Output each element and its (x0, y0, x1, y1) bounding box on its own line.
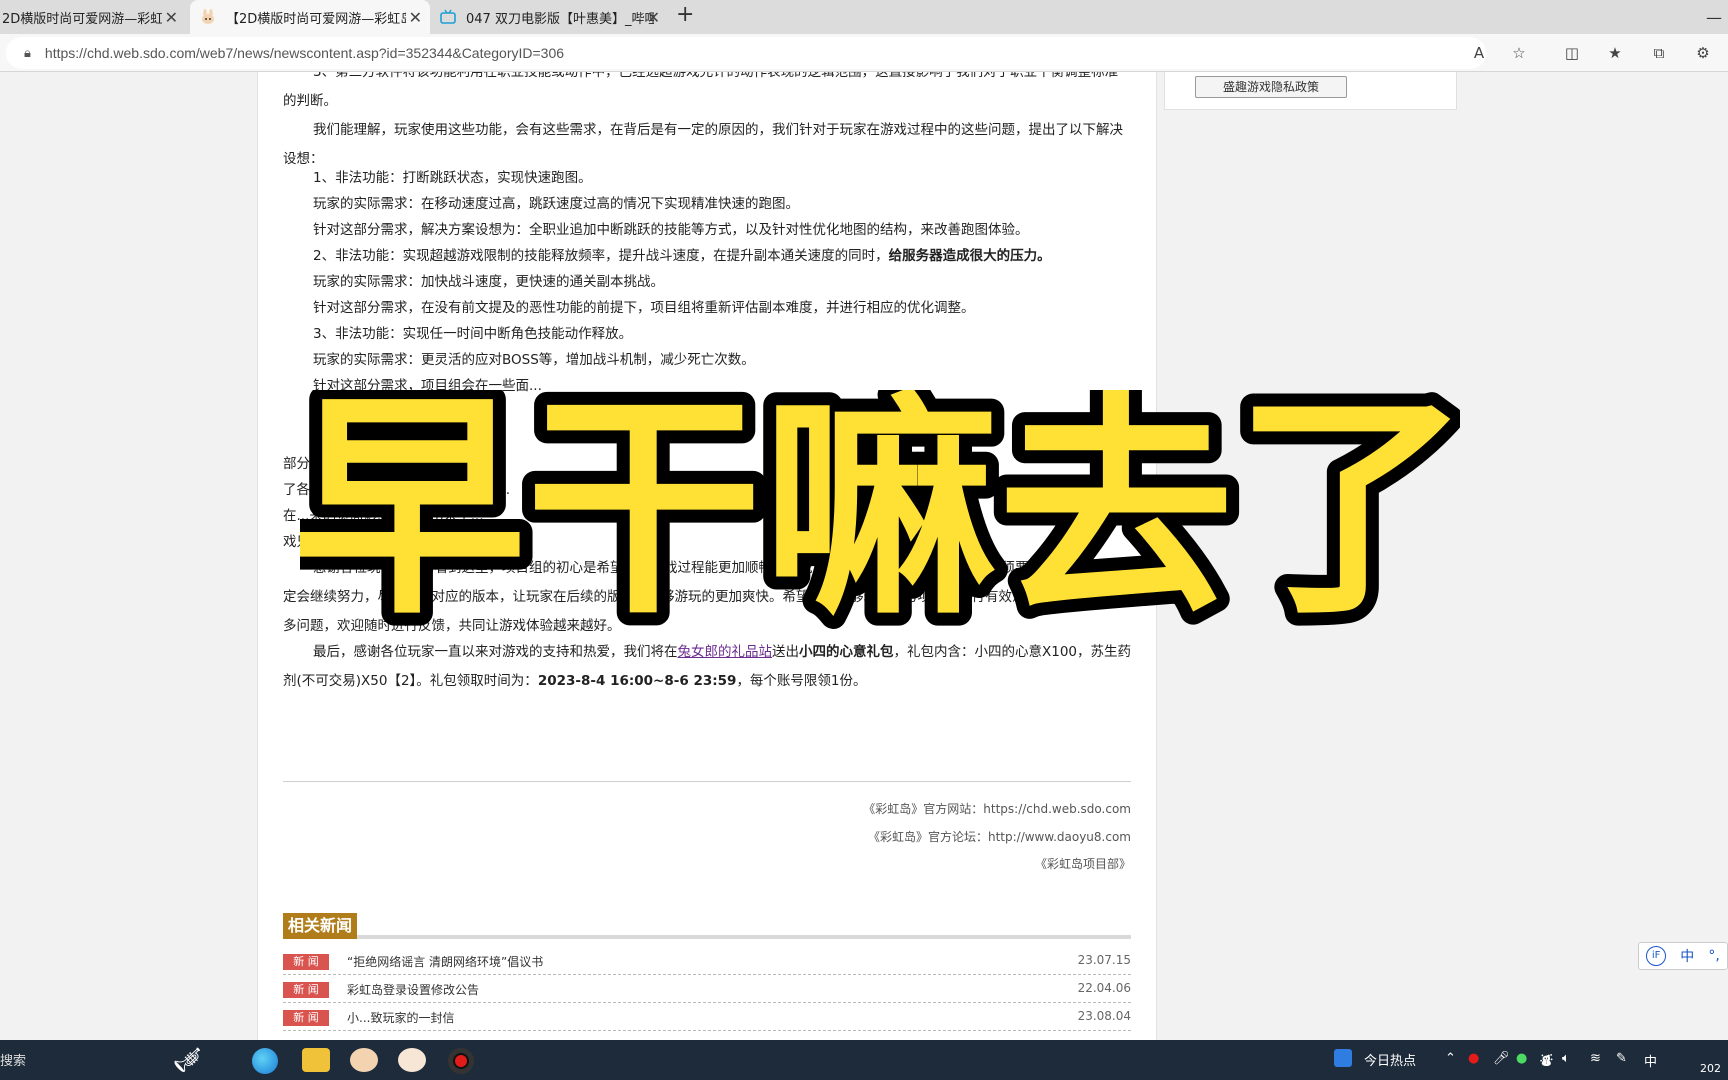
file-explorer-icon[interactable] (302, 1048, 330, 1072)
paragraph-text: ，每个账号限领1份。 (736, 673, 867, 689)
people-icon[interactable]: ⛇ (1540, 1051, 1553, 1070)
tab-close-icon[interactable]: ✕ (409, 8, 422, 27)
tab-close-icon[interactable]: ✕ (165, 8, 178, 27)
tab-close-icon[interactable]: ✕ (647, 8, 660, 27)
news-date: 22.04.06 (1077, 981, 1131, 995)
collections-icon[interactable]: ⧉ (1650, 44, 1668, 62)
news-title[interactable]: 小...致玩家的一封信 (347, 1009, 454, 1026)
privacy-policy-button[interactable]: 盛趣游戏隐私政策 (1195, 76, 1347, 98)
bilibili-favicon-icon (440, 9, 456, 24)
article-paragraph: 2、非法功能：实现超越游戏限制的技能释放频率，提升战斗速度，在提升副本通关速度的… (313, 242, 1131, 271)
record-icon[interactable] (448, 1048, 474, 1074)
article-paragraph: 针对这部分需求，解决方案设想为：全职业追加中断跳跃的技能等方式，以及针对性优化地… (313, 222, 1029, 238)
gift-shop-link[interactable]: 兔女郎的礼品站 (678, 644, 773, 660)
today-hot-news[interactable]: 今日热点 (1364, 1050, 1416, 1069)
footer-signature: 《彩虹岛项目部》 (1034, 857, 1131, 871)
article-paragraph: 最后，感谢各位玩家一直以来对游戏的支持和热爱，我们将在兔女郎的礼品站送出小四的心… (283, 638, 1131, 696)
tab-title: 2D横版时尚可爱网游—彩虹岛 (2, 11, 162, 27)
paragraph-text: 送出 (772, 644, 799, 660)
favorite-star-icon[interactable]: ☆ (1510, 44, 1528, 62)
ime-toolbar[interactable]: iF 中 °, (1638, 942, 1728, 970)
overlay-caption: 早干嘛去了 (300, 390, 1460, 630)
article-paragraph: 玩家的实际需求：在移动速度过高，跳跃速度过高的情况下实现精准快速的跑图。 (313, 196, 799, 212)
tab-bar: 2D横版时尚可爱网游—彩虹岛 ✕ 【2D横版时尚可爱网游—彩虹岛 ✕ 047 双… (0, 0, 1728, 34)
paragraph-text: 最后，感谢各位玩家一直以来对游戏的支持和热爱，我们将在 (313, 644, 678, 660)
news-title[interactable]: 彩虹岛登录设置修改公告 (347, 981, 479, 998)
article-paragraph: 1、非法功能：打断跳跃状态，实现快速跑图。 (313, 170, 592, 186)
trumpet-decoration-icon: 🎺︎ (172, 1046, 203, 1074)
article-paragraph: 玩家的实际需求：加快战斗速度，更快速的通关副本挑战。 (313, 274, 664, 290)
news-tag: 新 闻 (283, 1010, 329, 1026)
wechat-icon[interactable]: ● (1516, 1051, 1527, 1066)
sidebar-box: 盛趣游戏隐私政策 (1164, 72, 1457, 110)
news-date: 23.08.04 (1077, 1009, 1131, 1023)
gift-pack-name: 小四的心意礼包 (799, 644, 894, 660)
taskbar: 搜索 🎺︎ 今日热点 ⌃ ● 🎤︎ ● ⛇ 🔈︎ ≋ ✎ 中 202 (0, 1040, 1728, 1080)
wifi-icon[interactable]: ≋ (1590, 1051, 1601, 1066)
minimize-icon[interactable]: — (1705, 8, 1723, 27)
taskbar-search[interactable]: 搜索 (0, 1050, 26, 1069)
news-widget-icon[interactable] (1334, 1049, 1352, 1067)
favorites-icon[interactable]: ★ (1606, 44, 1624, 62)
address-bar[interactable]: 🔒︎ https://chd.web.sdo.com/web7/news/new… (6, 37, 1486, 69)
ime-language[interactable]: 中 (1680, 946, 1694, 966)
rabbit-favicon-icon (202, 9, 214, 24)
volume-icon[interactable]: 🔈︎ (1562, 1051, 1570, 1066)
window-controls: — (1700, 0, 1728, 34)
extensions-icon[interactable]: ⚙ (1694, 44, 1712, 62)
tray-language[interactable]: 中 (1644, 1051, 1657, 1070)
news-title[interactable]: “拒绝网络谣言 清朗网络环境”倡议书 (347, 953, 543, 970)
tab-3[interactable]: 047 双刀电影版【叶惠美】_哔哩 ✕ (432, 0, 668, 34)
related-news-rule (283, 935, 1131, 939)
read-aloud-icon[interactable]: A (1470, 44, 1488, 62)
new-tab-button[interactable]: + (676, 2, 694, 27)
news-tag: 新 闻 (283, 982, 329, 998)
news-tag: 新 闻 (283, 954, 329, 970)
paragraph-bold: 给服务器造成很大的压力。 (888, 248, 1051, 264)
cat-app-icon[interactable] (350, 1048, 378, 1072)
tab-title: 【2D横版时尚可爱网游—彩虹岛 (226, 11, 406, 27)
article-divider (283, 781, 1131, 782)
claim-time: 2023-8-4 16:00~8-6 23:59 (537, 673, 737, 689)
tab-title: 047 双刀电影版【叶惠美】_哔哩 (466, 11, 654, 27)
news-row[interactable]: 新 闻 “拒绝网络谣言 清朗网络环境”倡议书 23.07.15 (283, 949, 1131, 975)
related-news-title: 相关新闻 (283, 913, 358, 939)
address-bar-row: 🔒︎ https://chd.web.sdo.com/web7/news/new… (0, 34, 1728, 72)
url-text[interactable]: https://chd.web.sdo.com/web7/news/newsco… (45, 45, 564, 61)
article-paragraph: 3、第三方软件将该功能利用在职业技能或动作中，已经远超游戏允许的动作表现的逻辑范… (283, 72, 1119, 109)
footer-forum: 《彩虹岛》官方论坛：http://www.daoyu8.com (867, 830, 1131, 844)
article-paragraph: 针对这部分需求，在没有前文提及的恶性功能的前提下，项目组将重新评估副本难度，并进… (313, 300, 975, 316)
footer-official-site: 《彩虹岛》官方网站：https://chd.web.sdo.com (863, 802, 1131, 816)
paragraph-text: 2、非法功能：实现超越游戏限制的技能释放频率，提升战斗速度，在提升副本通关速度的… (313, 248, 889, 264)
pen-icon[interactable]: ✎ (1616, 1051, 1627, 1066)
news-row[interactable]: 新 闻 小...致玩家的一封信 23.08.04 (283, 1005, 1131, 1031)
split-screen-icon[interactable]: ◫ (1563, 44, 1581, 62)
tray-record-icon[interactable]: ● (1468, 1051, 1479, 1066)
news-date: 23.07.15 (1077, 953, 1131, 967)
article-paragraph: 3、非法功能：实现任一时间中断角色技能动作释放。 (313, 326, 633, 342)
article-paragraph: 玩家的实际需求：更灵活的应对BOSS等，增加战斗机制，减少死亡次数。 (313, 352, 755, 368)
tray-chevron-icon[interactable]: ⌃ (1445, 1051, 1456, 1066)
news-row[interactable]: 新 闻 彩虹岛登录设置修改公告 22.04.06 (283, 977, 1131, 1003)
tray-clock[interactable]: 202 (1700, 1062, 1721, 1075)
microphone-icon[interactable]: 🎤︎ (1493, 1051, 1510, 1066)
ime-punctuation[interactable]: °, (1708, 948, 1719, 964)
overlay-caption-text: 早干嘛去了 (300, 390, 1460, 630)
lock-icon: 🔒︎ (24, 45, 31, 61)
ime-logo-icon: iF (1646, 946, 1667, 966)
edge-icon[interactable] (252, 1048, 278, 1074)
tab-1[interactable]: 2D横版时尚可爱网游—彩虹岛 ✕ (0, 0, 186, 34)
rabbit-app-icon[interactable] (398, 1048, 426, 1072)
tab-2[interactable]: 【2D横版时尚可爱网游—彩虹岛 ✕ (190, 0, 430, 34)
